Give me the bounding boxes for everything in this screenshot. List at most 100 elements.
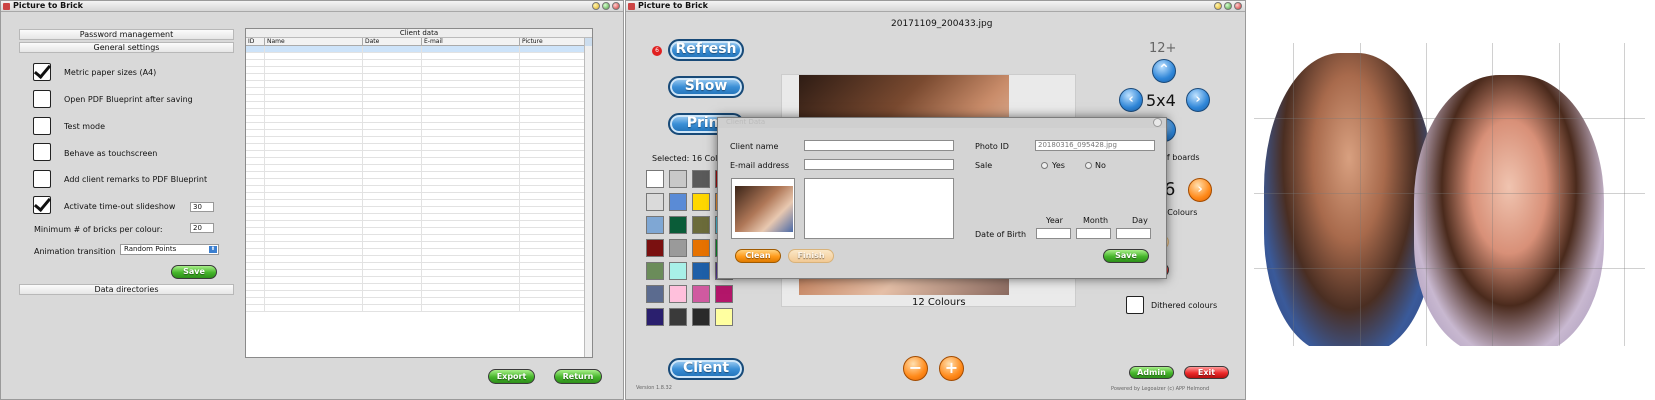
- table-row[interactable]: [246, 95, 592, 102]
- colour-swatch[interactable]: [692, 193, 710, 211]
- chevron-right-icon[interactable]: ›: [1186, 88, 1210, 112]
- metric-paper-checkbox[interactable]: [33, 63, 51, 81]
- birth-month-input[interactable]: [1076, 228, 1111, 239]
- table-row[interactable]: [246, 46, 592, 53]
- minimize-button[interactable]: [592, 2, 600, 10]
- colour-swatch[interactable]: [669, 285, 687, 303]
- dialog-close-icon[interactable]: [1153, 118, 1162, 127]
- settings-save-button[interactable]: Save: [171, 265, 217, 279]
- table-row[interactable]: [246, 235, 592, 242]
- colour-swatch[interactable]: [646, 193, 664, 211]
- export-button[interactable]: Export: [488, 369, 535, 384]
- exit-button[interactable]: Exit: [1184, 366, 1229, 379]
- touchscreen-checkbox[interactable]: [33, 143, 51, 161]
- open-pdf-checkbox[interactable]: [33, 90, 51, 108]
- colour-swatch[interactable]: [646, 285, 664, 303]
- table-row[interactable]: [246, 242, 592, 249]
- table-row[interactable]: [246, 74, 592, 81]
- table-row[interactable]: [246, 207, 592, 214]
- colour-swatch[interactable]: [669, 308, 687, 326]
- colour-swatch[interactable]: [692, 239, 710, 257]
- table-row[interactable]: [246, 144, 592, 151]
- test-mode-checkbox[interactable]: [33, 117, 51, 135]
- column-header[interactable]: ID: [246, 38, 265, 45]
- remarks-textarea[interactable]: [804, 178, 954, 239]
- table-row[interactable]: [246, 172, 592, 179]
- zoom-out-button[interactable]: −: [903, 356, 928, 381]
- dithered-colours-checkbox[interactable]: [1126, 296, 1144, 314]
- table-row[interactable]: [246, 60, 592, 67]
- return-button[interactable]: Return: [554, 369, 602, 384]
- colour-swatch[interactable]: [646, 262, 664, 280]
- table-row[interactable]: [246, 284, 592, 291]
- sale-yes-radio[interactable]: [1041, 162, 1048, 169]
- colour-swatch[interactable]: [692, 262, 710, 280]
- table-row[interactable]: [246, 228, 592, 235]
- table-row[interactable]: [246, 270, 592, 277]
- table-scrollbar[interactable]: [584, 38, 592, 357]
- column-header[interactable]: Name: [265, 38, 363, 45]
- table-row[interactable]: [246, 263, 592, 270]
- table-row[interactable]: [246, 256, 592, 263]
- chevron-left-icon[interactable]: ‹: [1119, 88, 1143, 112]
- table-row[interactable]: [246, 179, 592, 186]
- email-input[interactable]: [804, 159, 954, 170]
- chevron-right-icon[interactable]: ›: [1188, 178, 1212, 202]
- table-row[interactable]: [246, 277, 592, 284]
- colour-swatch[interactable]: [646, 216, 664, 234]
- column-header[interactable]: Picture: [520, 38, 586, 45]
- table-row[interactable]: [246, 200, 592, 207]
- colour-swatch[interactable]: [646, 170, 664, 188]
- client-remarks-checkbox[interactable]: [33, 170, 51, 188]
- colour-swatch[interactable]: [669, 239, 687, 257]
- client-button[interactable]: Client: [668, 358, 744, 380]
- min-bricks-input[interactable]: 20: [190, 223, 214, 233]
- colour-swatch[interactable]: [715, 285, 733, 303]
- scroll-up-icon[interactable]: [585, 38, 592, 46]
- table-row[interactable]: [246, 67, 592, 74]
- table-row[interactable]: [246, 137, 592, 144]
- client-name-input[interactable]: [804, 140, 954, 151]
- dialog-save-button[interactable]: Save: [1103, 249, 1149, 263]
- clean-button[interactable]: Clean: [735, 249, 781, 263]
- birth-day-input[interactable]: [1116, 228, 1151, 239]
- table-row[interactable]: [246, 123, 592, 130]
- table-row[interactable]: [246, 158, 592, 165]
- client-photo[interactable]: [731, 178, 795, 239]
- table-row[interactable]: [246, 214, 592, 221]
- table-row[interactable]: [246, 193, 592, 200]
- colour-swatch[interactable]: [692, 285, 710, 303]
- sale-no-radio[interactable]: [1085, 162, 1092, 169]
- table-row[interactable]: [246, 109, 592, 116]
- refresh-button[interactable]: Refresh: [668, 39, 744, 61]
- general-settings-section[interactable]: General settings: [19, 42, 234, 53]
- maximize-button[interactable]: [602, 2, 610, 10]
- table-row[interactable]: [246, 305, 592, 312]
- minimize-button[interactable]: [1214, 2, 1222, 10]
- finish-button[interactable]: Finish: [788, 249, 834, 263]
- table-row[interactable]: [246, 151, 592, 158]
- table-row[interactable]: [246, 88, 592, 95]
- colour-swatch[interactable]: [646, 308, 664, 326]
- chevron-up-icon[interactable]: ⌃: [1152, 59, 1176, 83]
- table-row[interactable]: [246, 130, 592, 137]
- colour-swatch[interactable]: [692, 308, 710, 326]
- show-button[interactable]: Show: [668, 76, 744, 98]
- colour-swatch[interactable]: [669, 216, 687, 234]
- animation-select[interactable]: Random Points ⬍: [120, 244, 219, 255]
- timeout-input[interactable]: 30: [190, 202, 214, 212]
- close-button[interactable]: [612, 2, 620, 10]
- colour-swatch[interactable]: [692, 216, 710, 234]
- colour-swatch[interactable]: [669, 193, 687, 211]
- table-row[interactable]: [246, 298, 592, 305]
- table-row[interactable]: [246, 249, 592, 256]
- table-row[interactable]: [246, 102, 592, 109]
- table-row[interactable]: [246, 165, 592, 172]
- birth-year-input[interactable]: [1036, 228, 1071, 239]
- column-header[interactable]: E-mail: [422, 38, 520, 45]
- maximize-button[interactable]: [1224, 2, 1232, 10]
- data-directories-section[interactable]: Data directories: [19, 284, 234, 295]
- admin-button[interactable]: Admin: [1129, 366, 1174, 379]
- table-row[interactable]: [246, 221, 592, 228]
- timeout-slideshow-checkbox[interactable]: [33, 196, 51, 214]
